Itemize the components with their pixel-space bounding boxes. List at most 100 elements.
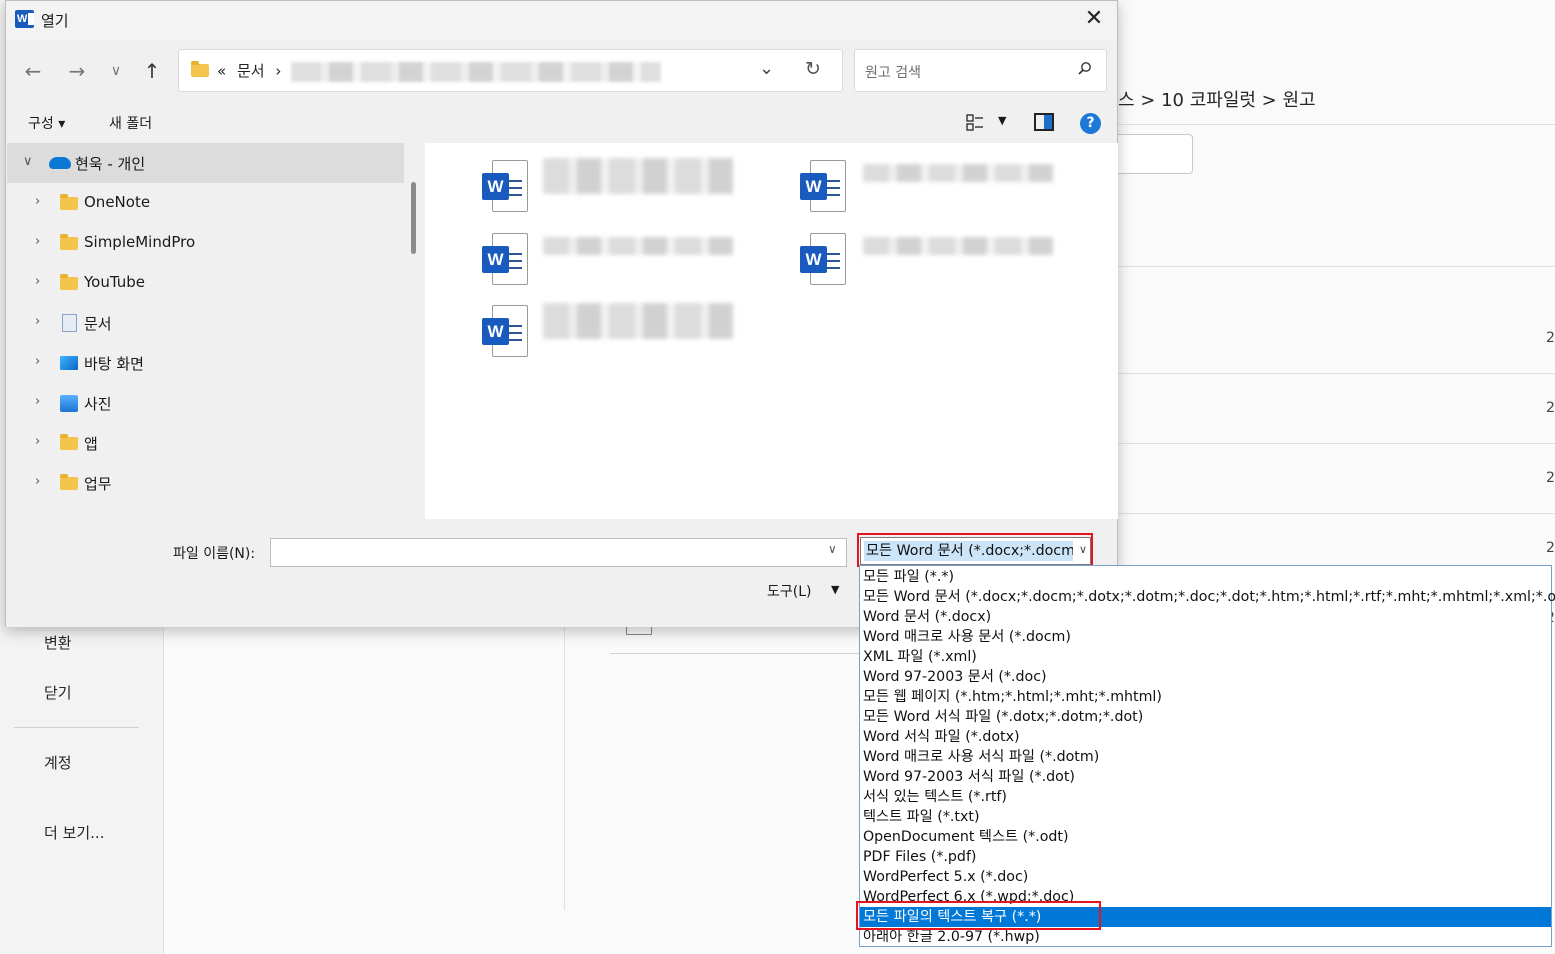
tree-item-label: OneNote: [84, 193, 151, 211]
tree-item-youtube[interactable]: › YouTube: [7, 263, 404, 303]
address-dropdown-button[interactable]: ⌄: [759, 58, 774, 79]
tree-item-label: 사진: [84, 395, 112, 413]
file-name-input[interactable]: [270, 538, 847, 567]
tree-item-pictures[interactable]: › 사진: [7, 383, 404, 423]
word-document-icon: W: [482, 158, 530, 214]
file-type-option[interactable]: WordPerfect 5.x (*.doc): [860, 867, 1551, 887]
chevron-right-icon[interactable]: ›: [35, 274, 40, 289]
chevron-right-icon[interactable]: ›: [35, 434, 40, 449]
tree-item-simplemindpro[interactable]: › SimpleMindPro: [7, 223, 404, 263]
desktop-icon: [60, 356, 78, 370]
view-list-icon: [966, 114, 983, 131]
word-document-icon: W: [482, 231, 530, 287]
file-type-option[interactable]: 아래아 한글 2.0-97 (*.hwp): [860, 927, 1551, 947]
close-button[interactable]: ✕: [1077, 5, 1111, 35]
chevron-right-icon[interactable]: ›: [35, 354, 40, 369]
file-type-option[interactable]: Word 97-2003 서식 파일 (*.dot): [860, 767, 1551, 787]
file-type-option[interactable]: 모든 Word 서식 파일 (*.dotx;*.dotm;*.dot): [860, 707, 1551, 727]
file-type-option[interactable]: XML 파일 (*.xml): [860, 647, 1551, 667]
chevron-right-icon[interactable]: ›: [35, 394, 40, 409]
tree-item-work[interactable]: › 업무: [7, 463, 404, 503]
change-view-button[interactable]: ▼: [966, 112, 1014, 136]
word-document-icon: W: [800, 158, 848, 214]
file-item[interactable]: W: [800, 158, 1100, 222]
tree-item-onenote[interactable]: › OneNote: [7, 183, 404, 223]
file-item[interactable]: W: [800, 231, 1100, 295]
preview-pane-button[interactable]: [1034, 113, 1054, 131]
chevron-right-icon[interactable]: ›: [35, 234, 40, 249]
backstage-nav-divider: [14, 727, 139, 728]
view-dropdown-icon: ▼: [998, 114, 1007, 127]
backstage-divider: [610, 653, 860, 654]
file-type-option[interactable]: 모든 웹 페이지 (*.htm;*.html;*.mht;*.mhtml): [860, 687, 1551, 707]
chevron-right-icon[interactable]: ›: [35, 314, 40, 329]
address-bar[interactable]: « 문서 › ⌄ ↻: [178, 49, 843, 92]
backstage-nav-convert[interactable]: 변환: [44, 632, 72, 653]
backstage-list-date: 2: [1546, 470, 1555, 486]
chevron-right-icon[interactable]: ›: [35, 194, 40, 209]
arrow-left-icon: ←: [24, 59, 42, 83]
folder-icon: [60, 434, 78, 450]
file-name-label: 파일 이름(N):: [173, 546, 256, 562]
backstage-nav-more[interactable]: 더 보기...: [44, 822, 104, 843]
file-type-option[interactable]: Word 97-2003 문서 (*.doc): [860, 667, 1551, 687]
arrow-up-icon: ↑: [143, 59, 161, 83]
new-folder-button[interactable]: 새 폴더: [109, 113, 152, 133]
breadcrumb-documents[interactable]: 문서: [237, 62, 265, 80]
file-name-blurred: [863, 237, 1053, 255]
search-icon: [1078, 62, 1091, 75]
breadcrumb-separator[interactable]: ›: [275, 62, 281, 80]
overflow-chevron[interactable]: «: [217, 62, 226, 80]
backstage-breadcrumb: 스 > 10 코파일럿 > 원고: [1118, 90, 1316, 111]
chevron-down-icon[interactable]: ∨: [23, 154, 33, 169]
file-type-option[interactable]: Word 매크로 사용 문서 (*.docm): [860, 627, 1551, 647]
forward-button[interactable]: →: [62, 57, 92, 87]
backstage-nav-close[interactable]: 닫기: [44, 682, 72, 703]
file-type-option[interactable]: 모든 Word 문서 (*.docx;*.docm;*.dotx;*.dotm;…: [860, 587, 1555, 607]
tree-item-label: 앱: [84, 435, 98, 453]
search-input[interactable]: 원고 검색: [865, 62, 921, 82]
backstage-search-input[interactable]: [1118, 134, 1193, 174]
file-item[interactable]: W: [482, 158, 782, 222]
up-button[interactable]: ↑: [137, 57, 167, 87]
backstage-divider: [1118, 266, 1555, 267]
dialog-titlebar[interactable]: W 열기 ✕: [6, 1, 1117, 39]
file-item[interactable]: W: [482, 303, 782, 367]
command-bar: 구성 ▾ 새 폴더 ▼ ?: [6, 103, 1117, 143]
tree-item-apps[interactable]: › 앱: [7, 423, 404, 463]
file-list: W W W W W: [425, 143, 1118, 519]
backstage-divider: [1118, 373, 1555, 374]
file-name-blurred: [543, 237, 733, 255]
chevron-down-icon: ⌄: [759, 58, 775, 79]
navigation-bar: ← → ∨ ↑ « 문서 › ⌄ ↻ 원고 검색: [6, 39, 1117, 103]
back-button[interactable]: ←: [18, 57, 48, 87]
file-type-option[interactable]: PDF Files (*.pdf): [860, 847, 1551, 867]
help-button[interactable]: ?: [1080, 113, 1101, 134]
tree-item-label: 현욱 - 개인: [75, 155, 146, 173]
tree-item-documents[interactable]: › 문서: [7, 303, 404, 343]
refresh-button[interactable]: ↻: [805, 58, 821, 80]
tools-dropdown-icon[interactable]: ▼: [831, 583, 839, 596]
file-type-option[interactable]: 서식 있는 텍스트 (*.rtf): [860, 787, 1551, 807]
file-type-option[interactable]: Word 문서 (*.docx): [860, 607, 1551, 627]
file-type-option[interactable]: Word 서식 파일 (*.dotx): [860, 727, 1551, 747]
tree-item-desktop[interactable]: › 바탕 화면: [7, 343, 404, 383]
file-type-option[interactable]: OpenDocument 텍스트 (*.odt): [860, 827, 1551, 847]
backstage-divider: [564, 620, 565, 910]
file-name-dropdown-icon[interactable]: ∨: [828, 542, 837, 556]
file-item[interactable]: W: [482, 231, 782, 295]
navigation-pane-scrollbar[interactable]: [411, 182, 416, 254]
organize-button[interactable]: 구성 ▾: [28, 113, 65, 133]
tree-item-onedrive[interactable]: ∨ 현욱 - 개인: [7, 143, 404, 183]
chevron-right-icon[interactable]: ›: [35, 474, 40, 489]
word-app-icon: W: [15, 10, 34, 28]
backstage-nav-account[interactable]: 계정: [44, 752, 72, 773]
file-type-option[interactable]: 텍스트 파일 (*.txt): [860, 807, 1551, 827]
tools-button[interactable]: 도구(L): [767, 581, 811, 601]
search-box[interactable]: 원고 검색: [854, 49, 1107, 92]
file-type-option[interactable]: 모든 파일 (*.*): [860, 567, 1551, 587]
file-type-option[interactable]: Word 매크로 사용 서식 파일 (*.dotm): [860, 747, 1551, 767]
recent-locations-button[interactable]: ∨: [101, 57, 131, 87]
backstage-divider: [1118, 443, 1555, 444]
close-icon: ✕: [1084, 6, 1104, 31]
